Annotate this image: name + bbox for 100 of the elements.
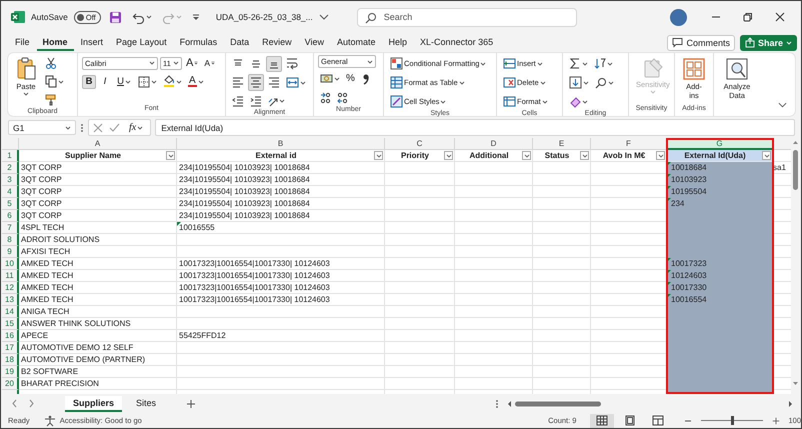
search-field[interactable]: Search	[356, 8, 577, 26]
column-title: External Id(Uda)	[684, 151, 746, 160]
menu-tab[interactable]: View	[298, 34, 330, 50]
row-number[interactable]: 1	[2, 150, 19, 162]
row-number[interactable]: 10	[2, 258, 19, 270]
row-number[interactable]: 7	[2, 222, 19, 234]
menu-tab[interactable]: Insert	[74, 34, 110, 50]
fill-color-button[interactable]	[161, 73, 184, 90]
font-style-button[interactable]: U	[114, 74, 134, 88]
table-cell-text: 234|10195504| 10103923| 10018684	[178, 186, 311, 198]
table-cell: 10016554	[667, 294, 773, 306]
row-number[interactable]: 8	[2, 234, 19, 246]
filter-button[interactable]	[166, 151, 175, 160]
menu-tab[interactable]: Help	[382, 34, 414, 50]
row-number[interactable]: 17	[2, 342, 19, 354]
column-header[interactable]: E	[533, 138, 591, 150]
row-number[interactable]: 2	[2, 162, 19, 174]
row-number[interactable]: 4	[2, 186, 19, 198]
avatar[interactable]	[670, 8, 687, 26]
table-cell-text: AMKED TECH	[20, 282, 74, 294]
file-name[interactable]: UDA_05-26-25_03_38_...	[216, 12, 313, 22]
font-color-button[interactable]: A	[186, 74, 206, 89]
sheet-tab[interactable]: Sites	[128, 396, 164, 412]
borders-button[interactable]	[136, 74, 159, 90]
row-number[interactable]: 18	[2, 354, 19, 366]
accessibility-icon[interactable]	[44, 414, 56, 426]
formula-field[interactable]: External Id(Uda)	[155, 119, 795, 136]
caret-icon	[764, 154, 770, 158]
grow-font-button[interactable]: A	[184, 55, 200, 71]
filter-button[interactable]	[444, 151, 453, 160]
row-number[interactable]: 13	[2, 294, 19, 306]
menu-tab[interactable]: File	[9, 34, 36, 50]
column-header[interactable]: C	[385, 138, 455, 150]
shrink-font-button[interactable]: A	[202, 56, 218, 70]
menu-tab[interactable]: Data	[224, 34, 256, 50]
column-header[interactable]: A	[19, 138, 177, 150]
collapse-ribbon-button[interactable]	[776, 100, 789, 110]
sort-icon	[594, 57, 606, 70]
fill-button[interactable]	[567, 74, 591, 91]
font-style-button[interactable]: I	[98, 74, 112, 88]
caret-icon	[176, 15, 182, 19]
row-number[interactable]: 6	[2, 210, 19, 222]
copy-button[interactable]	[43, 73, 66, 90]
horizontal-align-button[interactable]	[248, 74, 264, 91]
caret-icon	[194, 61, 198, 65]
caret-icon	[23, 92, 29, 96]
row-number[interactable]: 12	[2, 282, 19, 294]
column-header[interactable]: D	[455, 138, 533, 150]
caret-icon	[608, 80, 614, 84]
align-left-icon	[232, 76, 244, 89]
column-header[interactable]	[773, 138, 791, 150]
table-cell-text: 3QT CORP	[20, 186, 63, 198]
row-number[interactable]: 9	[2, 246, 19, 258]
row-number[interactable]: 3	[2, 174, 19, 186]
share-button[interactable]: Share	[740, 34, 797, 50]
row-number[interactable]: 11	[2, 270, 19, 282]
column-header[interactable]: B	[177, 138, 385, 150]
caret-icon	[146, 15, 152, 19]
filter-button[interactable]	[580, 151, 589, 160]
table-cell: 234	[667, 198, 773, 210]
comments-button[interactable]: Comments	[667, 34, 735, 50]
more-options-icon[interactable]	[495, 398, 499, 408]
caret-icon	[524, 154, 530, 158]
filter-button[interactable]	[762, 151, 771, 160]
menu-tab[interactable]: Home	[36, 34, 74, 50]
percent-button[interactable]: %	[344, 71, 357, 86]
column-header[interactable]: F	[591, 138, 667, 150]
row-number[interactable]: 15	[2, 318, 19, 330]
menu-tab[interactable]: XL-Connector 365	[414, 34, 500, 50]
filter-button[interactable]	[656, 151, 665, 160]
chevron-down-icon[interactable]	[318, 14, 329, 20]
menu-tab[interactable]: Page Layout	[110, 34, 173, 50]
name-box[interactable]: G1	[8, 120, 76, 135]
vertical-align-button[interactable]	[266, 56, 282, 72]
align-right-icon	[268, 76, 280, 89]
menu-tab[interactable]: Review	[256, 34, 298, 50]
row-number[interactable]: 14	[2, 306, 19, 318]
filter-button[interactable]	[374, 151, 383, 160]
menu-tab[interactable]: Automate	[331, 34, 382, 50]
table-cell-text: 10017323|10016554|10017330| 10124603	[178, 270, 331, 282]
sheet-tab[interactable]: Suppliers	[65, 396, 122, 412]
grid-icon	[682, 57, 706, 81]
table-cell-text: AMKED TECH	[20, 258, 74, 270]
row-number[interactable]: 19	[2, 366, 19, 378]
caret-icon	[137, 126, 144, 130]
slider-thumb[interactable]	[730, 416, 734, 425]
column-title: Supplier Name	[64, 151, 121, 160]
enter-icon[interactable]	[109, 122, 120, 132]
filter-button[interactable]	[522, 151, 531, 160]
cancel-icon[interactable]	[93, 122, 103, 132]
row-number[interactable]: 20	[2, 378, 19, 390]
row-number[interactable]: 5	[2, 198, 19, 210]
more-options-icon[interactable]	[80, 122, 84, 132]
sensitivity-label-icon	[642, 57, 664, 79]
menu-tab[interactable]: Formulas	[174, 34, 224, 50]
decrease-indent-icon	[232, 95, 244, 107]
font-style-button[interactable]: B	[82, 74, 96, 88]
normal-view-button[interactable]	[590, 414, 614, 428]
table-cell-text: 55425FFD12	[178, 330, 227, 342]
row-number[interactable]: 16	[2, 330, 19, 342]
